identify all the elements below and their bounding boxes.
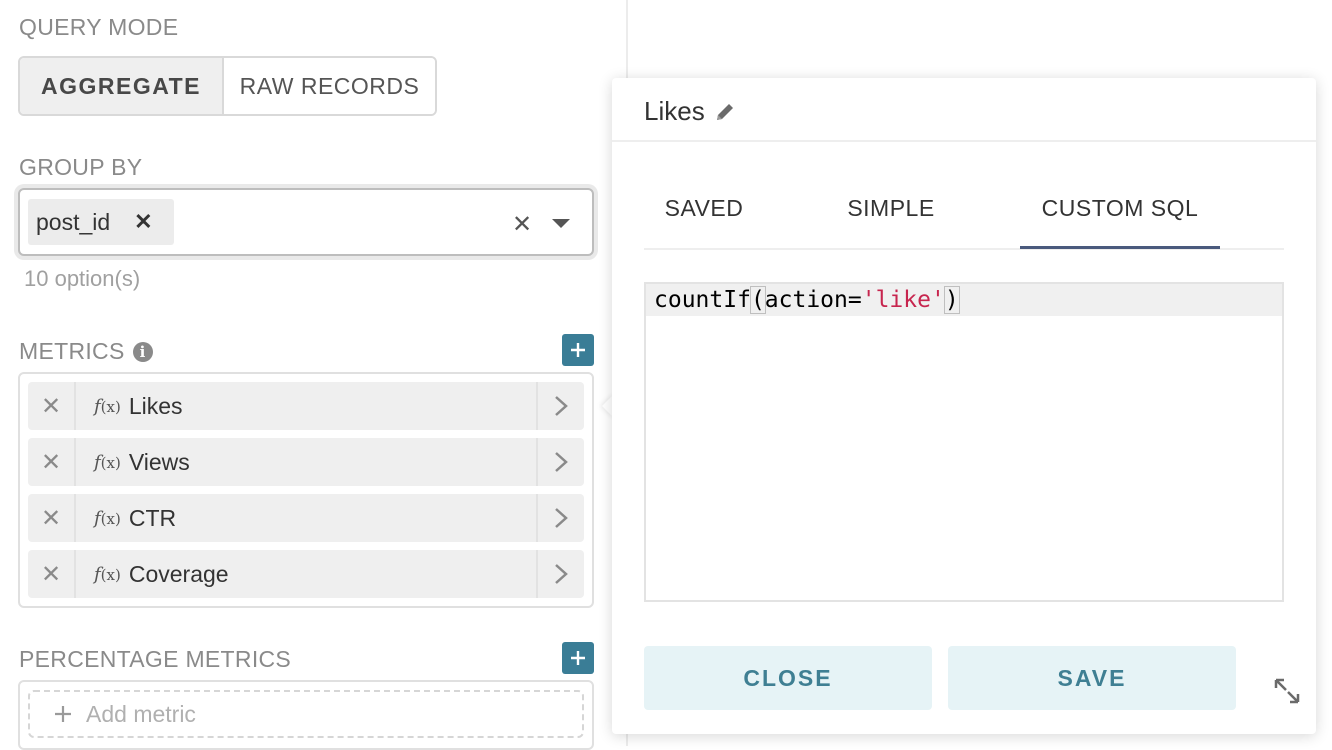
active-tab-indicator xyxy=(1020,246,1220,249)
add-metric-button[interactable] xyxy=(562,334,594,366)
function-icon: f(x) xyxy=(94,451,121,473)
info-icon[interactable]: i xyxy=(132,341,153,362)
sql-editor[interactable]: countIf(action='like') xyxy=(644,282,1284,602)
chevron-right-icon[interactable] xyxy=(536,382,584,430)
metric-title: Likes xyxy=(644,96,705,126)
query-mode-toggle: AGGREGATE RAW RECORDS xyxy=(18,56,437,116)
add-metric-placeholder[interactable]: Add metric xyxy=(28,690,584,738)
save-button[interactable]: SAVE xyxy=(948,646,1236,710)
metric-edit-popover: Likes SAVED SIMPLE CUSTOM SQL countIf(ac… xyxy=(612,78,1316,734)
metric-item[interactable]: ✕ f(x) Likes xyxy=(28,382,584,430)
add-percentage-metric-button[interactable] xyxy=(562,642,594,674)
metric-label: CTR xyxy=(128,504,177,531)
close-button[interactable]: CLOSE xyxy=(644,646,932,710)
chevron-down-icon[interactable] xyxy=(551,217,571,235)
chevron-right-icon[interactable] xyxy=(536,494,584,542)
metric-label: Coverage xyxy=(128,560,229,587)
sql-line: countIf(action='like') xyxy=(646,284,1282,316)
plus-icon xyxy=(571,651,585,665)
group-by-select[interactable]: post_id ✕ ✕ xyxy=(18,188,594,256)
remove-metric-icon[interactable]: ✕ xyxy=(28,382,76,430)
tab-saved[interactable]: SAVED xyxy=(644,186,764,230)
function-icon: f(x) xyxy=(94,507,121,529)
metrics-label: METRICS xyxy=(19,338,125,364)
group-by-hint: 10 option(s) xyxy=(24,266,141,291)
percentage-metrics-label: PERCENTAGE METRICS xyxy=(19,646,292,672)
remove-metric-icon[interactable]: ✕ xyxy=(28,550,76,598)
metrics-header: METRICS i xyxy=(19,338,153,365)
tab-simple[interactable]: SIMPLE xyxy=(826,186,956,230)
metrics-list: ✕ f(x) Likes ✕ f(x) Views ✕ f(x) CTR ✕ f… xyxy=(18,372,594,608)
chip-label: post_id xyxy=(36,208,111,235)
chip-remove-icon[interactable]: ✕ xyxy=(134,209,152,235)
clear-all-icon[interactable]: ✕ xyxy=(512,210,532,239)
tab-custom-sql[interactable]: CUSTOM SQL xyxy=(1020,186,1220,230)
query-mode-label: QUERY MODE xyxy=(19,14,179,40)
remove-metric-icon[interactable]: ✕ xyxy=(28,438,76,486)
metric-item[interactable]: ✕ f(x) Views xyxy=(28,438,584,486)
chevron-right-icon[interactable] xyxy=(536,550,584,598)
percentage-metrics-box: Add metric xyxy=(18,680,594,750)
expand-icon[interactable] xyxy=(1272,676,1302,711)
group-by-label: GROUP BY xyxy=(19,154,143,180)
aggregate-button[interactable]: AGGREGATE xyxy=(20,58,224,114)
group-by-chip: post_id ✕ xyxy=(28,199,174,245)
function-icon: f(x) xyxy=(94,563,121,585)
remove-metric-icon[interactable]: ✕ xyxy=(28,494,76,542)
raw-records-button[interactable]: RAW RECORDS xyxy=(224,58,435,114)
metric-label: Likes xyxy=(128,392,183,419)
metric-item[interactable]: ✕ f(x) Coverage xyxy=(28,550,584,598)
pencil-icon[interactable] xyxy=(713,100,737,124)
add-metric-label: Add metric xyxy=(86,700,196,727)
popover-header-divider xyxy=(612,140,1316,142)
plus-icon xyxy=(55,706,71,722)
chevron-right-icon[interactable] xyxy=(536,438,584,486)
metric-item[interactable]: ✕ f(x) CTR xyxy=(28,494,584,542)
metric-label: Views xyxy=(128,448,190,475)
function-icon: f(x) xyxy=(94,395,121,417)
plus-icon xyxy=(571,343,585,357)
popover-title[interactable]: Likes xyxy=(644,96,737,127)
